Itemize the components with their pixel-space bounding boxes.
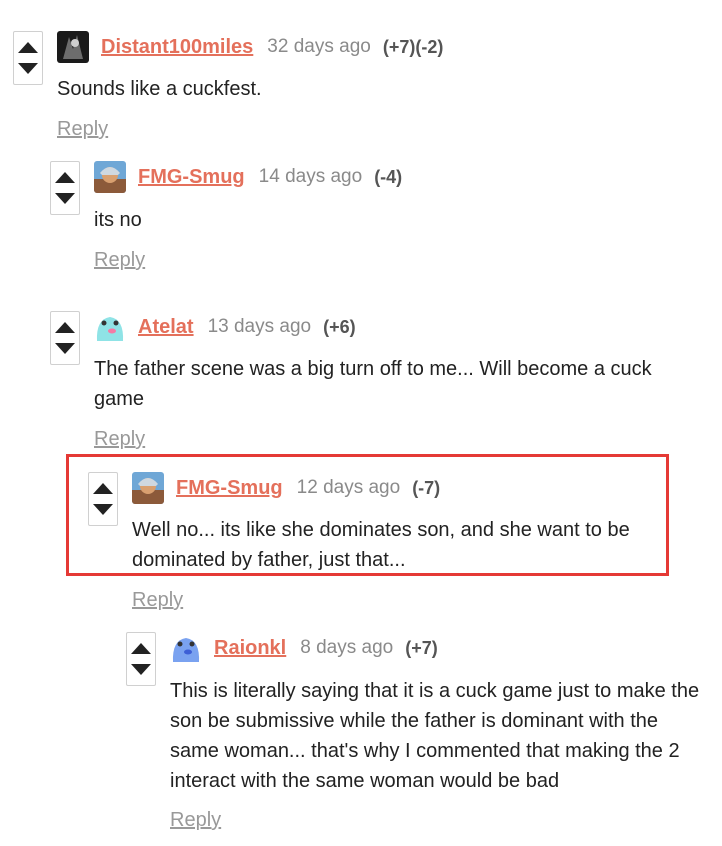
- comment-header: FMG-Smug 12 days ago (-7): [132, 472, 440, 504]
- comment-header: Atelat 13 days ago (+6): [94, 311, 356, 343]
- comment-text: Sounds like a cuckfest.: [57, 78, 262, 100]
- vote-widget: [50, 311, 80, 365]
- username-link[interactable]: Raionkl: [214, 637, 286, 660]
- comment-header: FMG-Smug 14 days ago (-4): [94, 161, 402, 193]
- username-link[interactable]: Distant100miles: [101, 36, 253, 59]
- vote-widget: [88, 472, 118, 526]
- upvote-icon[interactable]: [55, 322, 75, 333]
- downvote-icon[interactable]: [131, 664, 151, 675]
- comment: Raionkl 8 days ago (+7) This is literall…: [126, 632, 716, 837]
- avatar[interactable]: [170, 632, 202, 664]
- downvote-icon[interactable]: [93, 504, 113, 515]
- upvote-icon[interactable]: [18, 42, 38, 53]
- timestamp: 12 days ago: [296, 477, 401, 498]
- downvote-icon[interactable]: [18, 63, 38, 74]
- score: (+7): [405, 637, 438, 658]
- reply-link[interactable]: Reply: [94, 249, 145, 272]
- downvote-icon[interactable]: [55, 193, 75, 204]
- timestamp: 13 days ago: [207, 316, 312, 337]
- reply-link[interactable]: Reply: [170, 809, 221, 832]
- avatar[interactable]: [132, 472, 164, 504]
- timestamp: 32 days ago: [267, 36, 371, 57]
- score: (-4): [374, 166, 403, 187]
- comment: Atelat 13 days ago (+6) The father scene…: [50, 311, 710, 456]
- avatar[interactable]: [94, 311, 126, 343]
- upvote-icon[interactable]: [55, 172, 75, 183]
- score: (+7)(-2): [382, 36, 444, 57]
- comment: FMG-Smug 14 days ago (-4) its no Reply: [50, 161, 710, 276]
- upvote-icon[interactable]: [131, 643, 151, 654]
- comment-text: Well no... its like she dominates son, a…: [132, 519, 630, 571]
- comment: Distant100miles 32 days ago (+7)(-2) Sou…: [13, 31, 713, 146]
- vote-widget: [13, 31, 43, 85]
- vote-widget: [50, 161, 80, 215]
- downvote-icon[interactable]: [55, 343, 75, 354]
- comment: FMG-Smug 12 days ago (-7) Well no... its…: [88, 472, 708, 617]
- username-link[interactable]: FMG-Smug: [176, 477, 283, 500]
- comment-text: The father scene was a big turn off to m…: [94, 358, 652, 410]
- comment-header: Raionkl 8 days ago (+7): [170, 632, 438, 664]
- timestamp: 8 days ago: [300, 637, 394, 658]
- vote-widget: [126, 632, 156, 686]
- avatar[interactable]: [94, 161, 126, 193]
- reply-link[interactable]: Reply: [94, 428, 145, 451]
- score: (+6): [323, 316, 356, 337]
- comment-text: This is literally saying that it is a cu…: [170, 680, 700, 792]
- reply-link[interactable]: Reply: [57, 118, 108, 141]
- reply-link[interactable]: Reply: [132, 589, 183, 612]
- comment-text: its no: [94, 209, 142, 231]
- comment-header: Distant100miles 32 days ago (+7)(-2): [57, 31, 443, 63]
- timestamp: 14 days ago: [258, 166, 363, 187]
- avatar[interactable]: [57, 31, 89, 63]
- upvote-icon[interactable]: [93, 483, 113, 494]
- username-link[interactable]: FMG-Smug: [138, 166, 245, 189]
- username-link[interactable]: Atelat: [138, 316, 194, 339]
- score: (-7): [412, 477, 441, 498]
